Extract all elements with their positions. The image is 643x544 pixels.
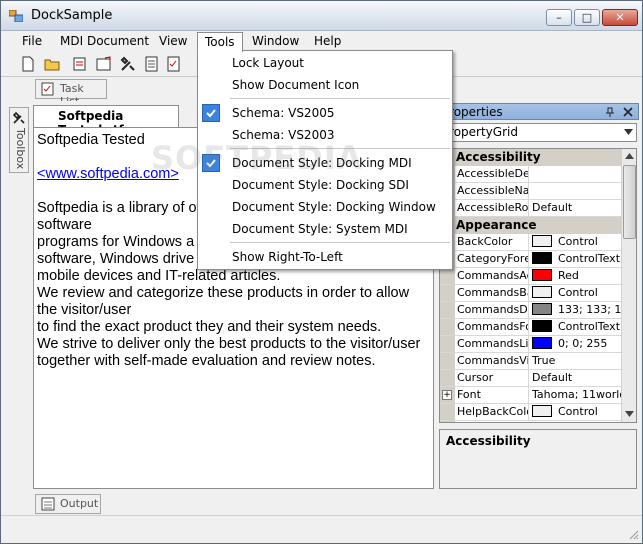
tools-menu-dropdown: Lock Layout Show Document Icon Schema: V… xyxy=(197,50,453,270)
category-accessibility[interactable]: Accessibility xyxy=(440,149,621,166)
menu-bar: File MDI Document View Tools Window Help xyxy=(1,31,642,52)
task-list-icon xyxy=(41,82,54,96)
chevron-down-icon xyxy=(624,129,633,135)
document-line: We strive to deliver only the best produ… xyxy=(37,336,421,352)
close-button[interactable]: ✕ xyxy=(602,9,638,26)
resize-grip-icon[interactable] xyxy=(627,528,639,540)
property-row[interactable]: CommandsBacControl xyxy=(440,285,621,302)
color-swatch xyxy=(532,303,552,315)
check-icon xyxy=(202,104,220,122)
property-grid-scrollbar[interactable] xyxy=(621,149,636,422)
menu-mdi-document[interactable]: MDI Document xyxy=(53,32,156,51)
toolbox-label: Toolbox xyxy=(14,128,27,170)
property-grid[interactable]: Accessibility AccessibleDesc AccessibleN… xyxy=(439,148,637,423)
minimize-button[interactable]: – xyxy=(546,9,572,26)
output-window-icon[interactable] xyxy=(95,55,113,73)
property-row[interactable]: CommandsDisa133; 133; 13 xyxy=(440,302,621,319)
color-swatch xyxy=(532,235,552,247)
property-description: Accessibility xyxy=(439,429,637,489)
menu-file[interactable]: File xyxy=(15,32,49,51)
menu-item-schema-vs2003[interactable]: Schema: VS2003 xyxy=(198,124,452,146)
open-folder-icon[interactable] xyxy=(43,55,61,73)
document-tab[interactable]: Softpedia Tested.rtf xyxy=(33,105,179,137)
document-line: together with self-made evaluation and r… xyxy=(37,353,376,369)
menu-item-docking-window[interactable]: Document Style: Docking Window xyxy=(198,196,452,218)
color-swatch xyxy=(532,337,552,349)
toolbox-tab[interactable]: Toolbox xyxy=(9,107,29,173)
menu-item-docking-sdi[interactable]: Document Style: Docking SDI xyxy=(198,174,452,196)
property-row[interactable]: CommandsLink0; 0; 255 xyxy=(440,336,621,353)
expand-icon[interactable]: + xyxy=(442,390,452,400)
pin-icon[interactable] xyxy=(605,107,615,117)
menu-item-schema-vs2005[interactable]: Schema: VS2005 xyxy=(198,102,452,124)
color-swatch xyxy=(532,286,552,298)
status-bar xyxy=(1,515,642,543)
output-label: Output xyxy=(60,497,99,510)
menu-item-right-to-left[interactable]: Show Right-To-Left xyxy=(198,246,452,268)
bottom-autohide-strip: Output xyxy=(1,493,642,515)
menu-separator xyxy=(230,148,450,149)
category-appearance[interactable]: Appearance xyxy=(440,217,621,234)
menu-separator xyxy=(230,242,450,243)
property-row[interactable]: + Font Tahoma; 11world xyxy=(440,387,621,404)
property-row[interactable]: HelpBackColorControl xyxy=(440,404,621,421)
property-row[interactable]: AccessibleRoleDefault xyxy=(440,200,621,217)
menu-tools[interactable]: Tools xyxy=(197,32,243,52)
scroll-down-icon[interactable] xyxy=(625,411,634,417)
left-autohide-strip: Toolbox xyxy=(1,101,31,493)
toolbox-icon xyxy=(12,111,25,124)
document-icon[interactable] xyxy=(165,55,183,73)
menu-item-docking-mdi[interactable]: Document Style: Docking MDI xyxy=(198,152,452,174)
output-window-icon xyxy=(41,497,55,511)
task-list-icon[interactable] xyxy=(143,55,161,73)
property-row[interactable]: Cursor Default xyxy=(440,370,621,387)
menu-window[interactable]: Window xyxy=(245,32,306,51)
app-icon xyxy=(9,10,23,22)
object-selector-value: PropertyGrid xyxy=(442,125,518,139)
property-row[interactable]: CommandsForeControlText xyxy=(440,319,621,336)
scroll-thumb[interactable] xyxy=(623,165,636,239)
property-row[interactable]: AccessibleNam xyxy=(440,183,621,200)
task-list-tab[interactable]: Task List xyxy=(35,79,107,108)
toolbox-icon[interactable] xyxy=(119,55,137,73)
close-icon[interactable] xyxy=(623,107,633,117)
color-swatch xyxy=(532,269,552,281)
property-row[interactable]: CommandsActiRed xyxy=(440,268,621,285)
properties-title-bar[interactable]: Properties xyxy=(439,103,639,120)
description-title: Accessibility xyxy=(446,434,531,448)
menu-item-lock-layout[interactable]: Lock Layout xyxy=(198,52,452,74)
menu-help[interactable]: Help xyxy=(307,32,348,51)
color-swatch xyxy=(532,405,552,417)
document-line: mobile devices and IT-related articles. xyxy=(37,268,281,284)
color-swatch xyxy=(532,320,552,332)
property-row[interactable]: CategoryForeCControlText xyxy=(440,251,621,268)
window-title: DockSample xyxy=(31,8,113,23)
property-row[interactable]: CommandsVisibTrue xyxy=(440,353,621,370)
properties-pane: Properties PropertyGrid Accessibility Ac… xyxy=(437,101,642,493)
document-line: to find the exact product they and their… xyxy=(37,319,382,335)
output-tab[interactable]: Output xyxy=(35,494,101,514)
menu-item-system-mdi[interactable]: Document Style: System MDI xyxy=(198,218,452,240)
property-row[interactable]: BackColor Control xyxy=(440,234,621,251)
menu-item-show-document-icon[interactable]: Show Document Icon xyxy=(198,74,452,96)
document-line: the visitor/user xyxy=(37,302,132,318)
title-bar[interactable]: DockSample – □ ✕ xyxy=(1,1,642,31)
property-row[interactable]: AccessibleDesc xyxy=(440,166,621,183)
object-selector[interactable]: PropertyGrid xyxy=(439,123,637,142)
maximize-button[interactable]: □ xyxy=(574,9,600,26)
properties-icon[interactable] xyxy=(71,55,89,73)
color-swatch xyxy=(532,252,552,264)
document-line: We review and categorize these products … xyxy=(37,285,410,301)
scroll-up-icon[interactable] xyxy=(625,153,634,159)
check-icon xyxy=(202,154,220,172)
main-window: DockSample – □ ✕ File MDI Document View … xyxy=(0,0,643,544)
new-file-icon[interactable] xyxy=(19,55,37,73)
menu-view[interactable]: View xyxy=(152,32,194,51)
menu-separator xyxy=(230,98,450,99)
